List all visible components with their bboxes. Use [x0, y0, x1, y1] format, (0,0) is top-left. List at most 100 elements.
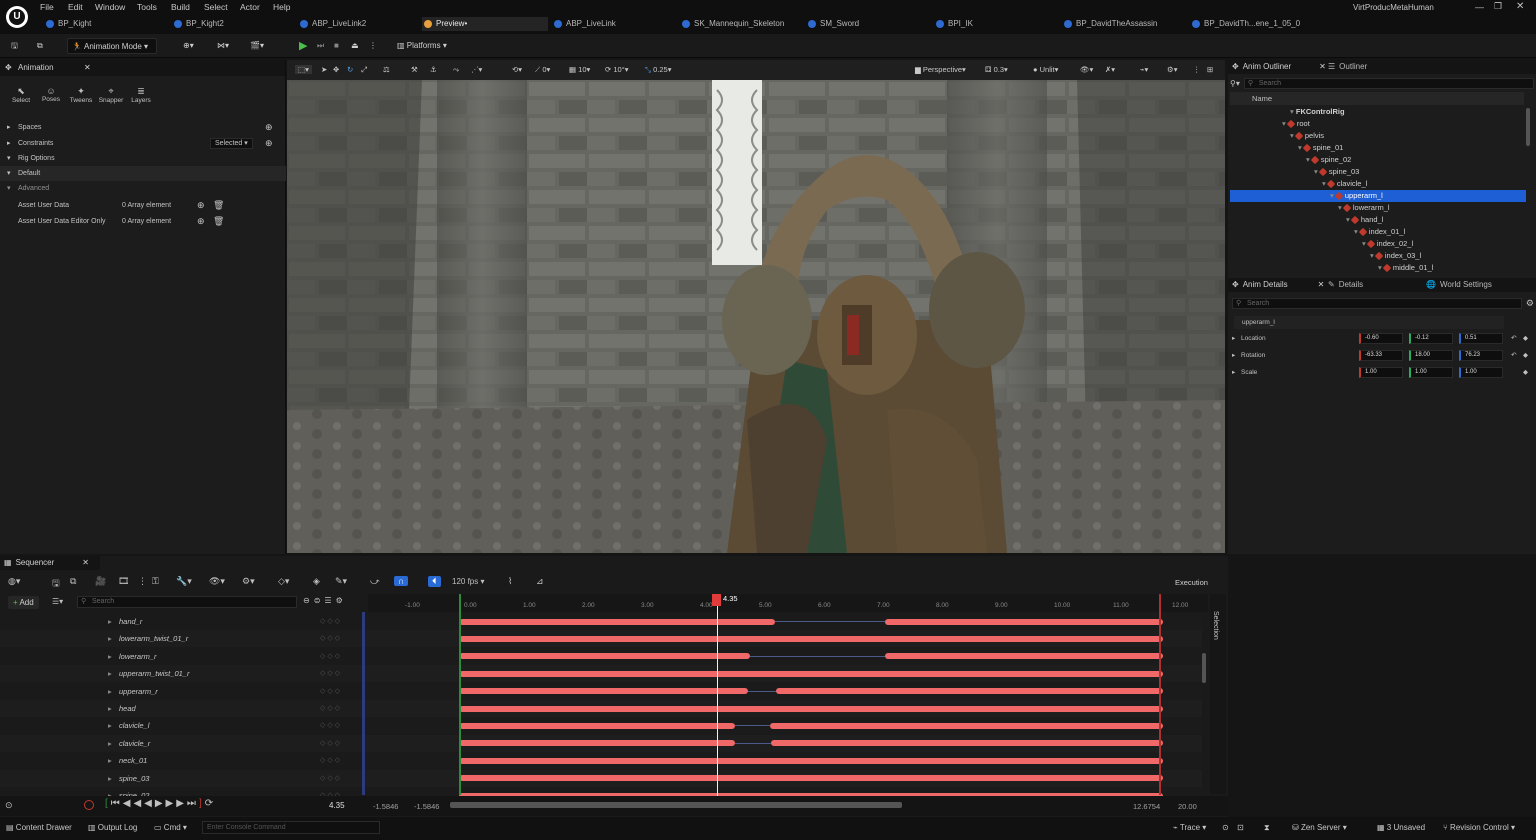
key-nav-icons[interactable]: ◇ ◇ ◇: [320, 770, 340, 787]
tree-item[interactable]: ▾ root: [1230, 118, 1526, 130]
tree-item[interactable]: ▾ index_01_l: [1230, 226, 1526, 238]
editor-tab[interactable]: ABP_LiveLink2: [298, 17, 418, 31]
tree-item[interactable]: ▾ spine_01: [1230, 142, 1526, 154]
content-browse-icon[interactable]: ⧉: [32, 38, 48, 54]
keyframe-bar[interactable]: [459, 618, 775, 625]
key-nav-icons[interactable]: ◇ ◇ ◇: [320, 665, 340, 682]
track-row[interactable]: ▸ spine_03 ◇ ◇ ◇: [0, 769, 362, 787]
expand-arrow-icon[interactable]: ▸: [108, 665, 112, 682]
keyframe-bar[interactable]: [459, 635, 1163, 642]
filter-icon[interactable]: ☰▾: [52, 597, 63, 606]
rotation-x-field[interactable]: -63.33: [1359, 350, 1403, 361]
tool-tweens[interactable]: ✦ Tweens: [66, 86, 96, 104]
editor-tab[interactable]: ABP_LiveLink: [552, 17, 676, 31]
unsaved-button[interactable]: ▦ 3 Unsaved: [1377, 823, 1425, 832]
camera-speed-icon[interactable]: ⋰▾: [471, 65, 482, 74]
filter-icon[interactable]: ⚲▾: [1230, 79, 1240, 88]
render-icon[interactable]: 🎥: [95, 576, 106, 587]
keyframe-bar[interactable]: [885, 618, 1163, 625]
tweak-icon[interactable]: ⊿: [536, 576, 544, 587]
rotation-snap[interactable]: ⟳ 10°▾: [605, 65, 628, 74]
track-row[interactable]: ▸ lowerarm_r ◇ ◇ ◇: [0, 647, 362, 665]
track-row[interactable]: ▸ clavicle_r ◇ ◇ ◇: [0, 734, 362, 752]
track-row[interactable]: ▸ upperarm_twist_01_r ◇ ◇ ◇: [0, 665, 362, 683]
save-icon[interactable]: 🖫: [52, 576, 60, 592]
fps-dropdown[interactable]: 120 fps ▾: [452, 577, 485, 586]
range-end-field-2[interactable]: 20.00: [1178, 802, 1197, 811]
menu-build[interactable]: Build: [171, 2, 190, 12]
expand-arrow-icon[interactable]: ▸: [108, 648, 112, 665]
range-end-field[interactable]: 12.6754: [1133, 802, 1160, 811]
timeline-hscrollbar[interactable]: [450, 802, 902, 808]
details-search-input[interactable]: ⚲ Search: [1232, 297, 1522, 309]
tab-anim-details[interactable]: ✥ Anim Details ✕: [1232, 280, 1324, 289]
output-log-button[interactable]: ▥ Output Log: [88, 823, 137, 832]
key-nav-icons[interactable]: ◇ ◇ ◇: [320, 648, 340, 665]
tree-item[interactable]: ▾ index_03_l: [1230, 250, 1526, 262]
world-local-icon[interactable]: ⟲▾: [512, 65, 522, 74]
tree-item[interactable]: ▾ upperarm_l: [1230, 190, 1526, 202]
tree-item[interactable]: ▾ spine_02: [1230, 154, 1526, 166]
menu-help[interactable]: Help: [273, 2, 290, 12]
expand-arrow-icon[interactable]: ▸: [108, 717, 112, 734]
track-options-icons[interactable]: ⊖⊜☰⚙: [303, 596, 347, 605]
camera-icon[interactable]: ⊡: [1237, 823, 1244, 832]
key-all-icon[interactable]: ◈: [313, 576, 320, 587]
expand-arrow-icon[interactable]: ▸: [1232, 347, 1235, 364]
track-row[interactable]: ▸ upperarm_r ◇ ◇ ◇: [0, 682, 362, 700]
cinematics-icon[interactable]: 🎬▾: [245, 38, 269, 54]
add-element-icon[interactable]: ⊕: [197, 214, 205, 229]
platforms-dropdown[interactable]: ▥ Platforms ▾: [392, 38, 452, 54]
expand-arrow-icon[interactable]: ▸: [1232, 330, 1235, 347]
grid-snap[interactable]: ▦ 10▾: [569, 65, 590, 74]
range-end-marker[interactable]: [1159, 594, 1161, 795]
lighting-dropdown[interactable]: ● Unlit▾: [1033, 65, 1058, 74]
fov-dropdown[interactable]: ⚃ 0.3▾: [985, 65, 1008, 74]
pen-icon[interactable]: ✎▾: [335, 576, 347, 587]
tool-layers[interactable]: ≣ Layers: [126, 86, 156, 104]
key-nav-icons[interactable]: ◇ ◇ ◇: [320, 630, 340, 647]
tab-sequencer[interactable]: ▦ Sequencer ✕: [4, 558, 89, 567]
tab-anim-outliner[interactable]: ✥ Anim Outliner ✕: [1232, 62, 1326, 71]
key-nav-icons[interactable]: ◇ ◇ ◇: [320, 717, 340, 734]
perspective-dropdown[interactable]: ▆ Perspective▾: [915, 65, 966, 74]
keyframe-bar[interactable]: [459, 705, 1163, 712]
track-row[interactable]: ▸ clavicle_l ◇ ◇ ◇: [0, 717, 362, 735]
editor-tab[interactable]: Preview•: [422, 17, 548, 31]
maximize-icon[interactable]: ❐: [1494, 1, 1502, 12]
playback-icon[interactable]: ⚙▾: [242, 576, 255, 587]
key-icon[interactable]: ◆: [1523, 347, 1528, 364]
surface-snap-icon[interactable]: ⤳: [453, 65, 459, 75]
keyframe-bar[interactable]: [459, 653, 750, 660]
scale-snap[interactable]: ⤡ 0.25▾: [645, 65, 671, 75]
add-track-button[interactable]: + Add: [8, 596, 39, 609]
rotation-z-field[interactable]: 76.23: [1459, 350, 1503, 361]
stop-icon[interactable]: ■: [329, 38, 344, 54]
camera-icon[interactable]: 🎞: [118, 576, 129, 587]
curve-icon[interactable]: ⌇: [508, 576, 512, 587]
keyframe-bar[interactable]: [459, 775, 1163, 782]
rotation-y-field[interactable]: 18.00: [1409, 350, 1453, 361]
key-icon[interactable]: ◆: [1523, 330, 1528, 347]
close-panel-icon[interactable]: ✕: [84, 60, 91, 76]
scale-x-field[interactable]: 1.00: [1359, 367, 1403, 378]
content-drawer-button[interactable]: ▤ Content Drawer: [6, 823, 72, 832]
keyframe-bar[interactable]: [776, 688, 1163, 695]
expand-arrow-icon[interactable]: ▸: [108, 752, 112, 769]
reset-icon[interactable]: ↶: [1511, 347, 1516, 364]
keyframe-bar[interactable]: [885, 653, 1163, 660]
console-input[interactable]: Enter Console Command: [202, 821, 380, 834]
keyframe-bar[interactable]: [459, 688, 748, 695]
expand-arrow-icon[interactable]: ▸: [108, 735, 112, 752]
step-icon[interactable]: ⏭: [312, 38, 329, 54]
toggle-icon[interactable]: ⚖: [383, 65, 390, 74]
record-icon[interactable]: ⊙: [1222, 823, 1229, 832]
performance-icon[interactable]: ⌁▾: [1140, 65, 1148, 74]
viewport-menu-icon[interactable]: ⋮: [1193, 65, 1201, 74]
track-search-input[interactable]: ⚲ Search: [77, 596, 297, 608]
scale-icon[interactable]: ⤢: [361, 65, 367, 75]
eject-icon[interactable]: ⏏: [346, 38, 364, 54]
expand-arrow-icon[interactable]: ▸: [108, 613, 112, 630]
key-nav-icons[interactable]: ◇ ◇ ◇: [320, 700, 340, 717]
track-row[interactable]: ▸ lowerarm_twist_01_r ◇ ◇ ◇: [0, 630, 362, 648]
